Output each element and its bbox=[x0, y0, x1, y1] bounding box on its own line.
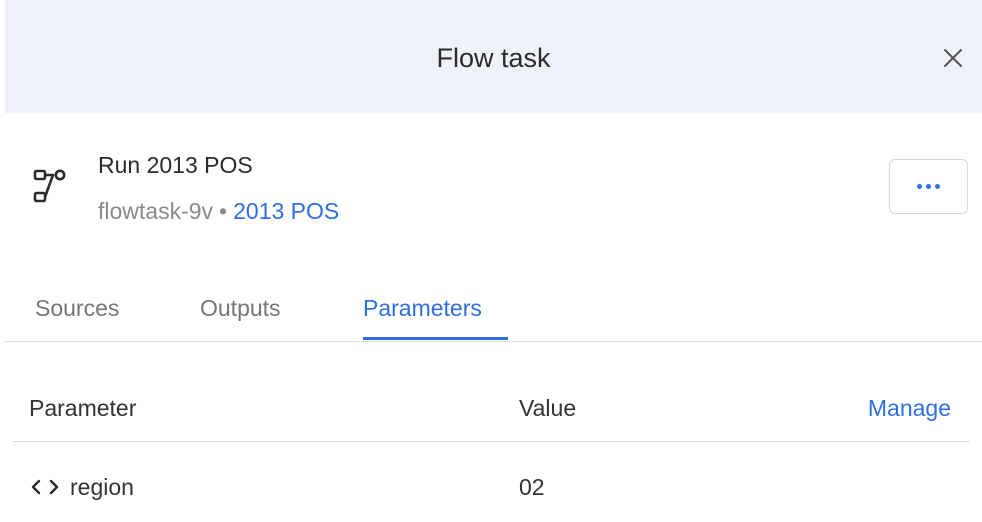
table-divider bbox=[12, 441, 970, 442]
manage-link[interactable]: Manage bbox=[868, 393, 951, 423]
meta-separator: • bbox=[219, 198, 228, 224]
parameter-value: 02 bbox=[519, 474, 545, 500]
column-header-value: Value bbox=[519, 395, 577, 421]
column-header-parameter: Parameter bbox=[29, 395, 137, 421]
tab-outputs[interactable]: Outputs bbox=[200, 293, 281, 323]
task-meta: flowtask-9v • 2013 POS bbox=[98, 196, 339, 226]
more-horizontal-icon bbox=[915, 184, 942, 189]
tab-sources[interactable]: Sources bbox=[35, 293, 119, 323]
tab-bar: Sources Outputs Parameters bbox=[0, 285, 982, 342]
table-row: region 02 bbox=[0, 470, 982, 504]
tabs-divider bbox=[5, 341, 982, 342]
flow-icon bbox=[32, 167, 72, 207]
more-options-button[interactable] bbox=[889, 159, 968, 214]
panel-header: Flow task bbox=[5, 0, 982, 113]
flow-link[interactable]: 2013 POS bbox=[233, 198, 339, 224]
task-id: flowtask-9v bbox=[98, 198, 214, 224]
task-name: Run 2013 POS bbox=[98, 152, 253, 178]
active-tab-indicator bbox=[363, 337, 508, 340]
code-icon bbox=[30, 477, 60, 497]
parameter-name: region bbox=[70, 474, 134, 500]
tab-parameters[interactable]: Parameters bbox=[363, 293, 482, 323]
close-button[interactable] bbox=[941, 46, 965, 70]
panel-title: Flow task bbox=[436, 43, 551, 73]
close-icon bbox=[944, 49, 962, 67]
flow-task-panel: Flow task Run 2013 POS flowtask-9v • 2013 … bbox=[0, 0, 982, 522]
